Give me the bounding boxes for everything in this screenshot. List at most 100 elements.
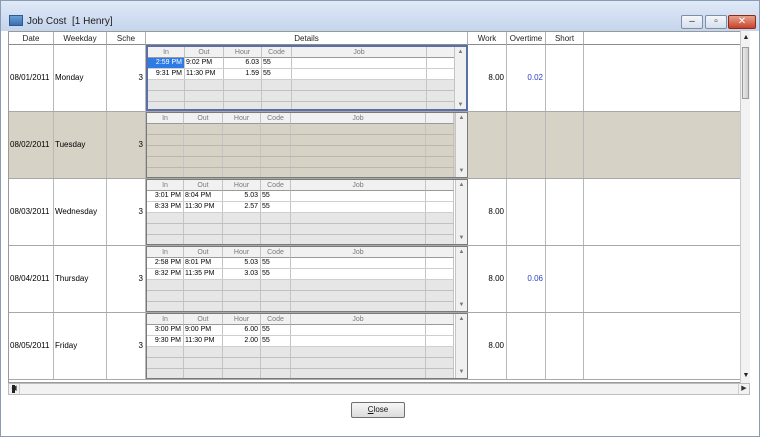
overtime-cell[interactable]: 0.02 xyxy=(507,45,546,111)
details-cell-job[interactable] xyxy=(291,202,426,212)
scroll-up-icon[interactable]: ▲ xyxy=(456,48,465,57)
table-row[interactable]: 08/05/2011 Friday 3 In Out Hour Code Job 3:00 PM… xyxy=(9,313,749,380)
overtime-cell[interactable]: 0.06 xyxy=(507,246,546,312)
details-cell-hour[interactable] xyxy=(223,235,261,244)
details-cell-job[interactable] xyxy=(291,347,426,357)
details-cell-code[interactable]: 55 xyxy=(261,191,291,201)
details-row[interactable] xyxy=(147,135,454,146)
details-cell-out[interactable]: 8:04 PM xyxy=(184,191,223,201)
details-row[interactable]: 3:00 PM 9:00 PM 6.00 55 xyxy=(147,325,454,336)
table-row[interactable]: 08/01/2011 Monday 3 In Out Hour Code Job 2:59 PM… xyxy=(9,45,749,112)
details-cell-in[interactable] xyxy=(147,168,184,177)
details-cell-blank[interactable] xyxy=(426,235,454,244)
details-cell-out[interactable] xyxy=(184,135,223,145)
scroll-down-icon[interactable]: ▼ xyxy=(457,234,466,243)
details-cell-code[interactable] xyxy=(261,302,291,311)
details-cell-blank[interactable] xyxy=(426,146,454,156)
details-cell-in[interactable]: 2:59 PM xyxy=(148,58,185,68)
details-cell-out[interactable]: 11:30 PM xyxy=(185,69,224,79)
details-cell-in[interactable] xyxy=(147,358,184,368)
details-cell-job[interactable] xyxy=(291,124,426,134)
details-cell-job[interactable] xyxy=(291,157,426,167)
details-cell-code[interactable]: 55 xyxy=(261,258,291,268)
details-header-out[interactable]: Out xyxy=(185,47,224,58)
details-cell-in[interactable] xyxy=(147,213,184,223)
details-row[interactable]: 3:01 PM 8:04 PM 5.03 55 xyxy=(147,191,454,202)
details-cell-in[interactable] xyxy=(147,235,184,244)
details-cell-job[interactable] xyxy=(291,291,426,301)
short-cell[interactable] xyxy=(546,246,584,312)
details-cell-hour[interactable] xyxy=(223,291,261,301)
column-header-short[interactable]: Short xyxy=(546,32,584,45)
details-cell-in[interactable] xyxy=(147,124,184,134)
details-cell-out[interactable] xyxy=(184,347,223,357)
weekday-cell[interactable]: Monday xyxy=(54,45,107,111)
details-row[interactable] xyxy=(148,102,455,109)
overtime-cell[interactable] xyxy=(507,112,546,178)
column-header-details[interactable]: Details xyxy=(146,32,468,45)
details-cell-blank[interactable] xyxy=(426,369,454,378)
sche-cell[interactable]: 3 xyxy=(107,313,146,379)
details-cell-code[interactable] xyxy=(261,235,291,244)
scrollbar-thumb[interactable] xyxy=(742,47,749,99)
details-cell-out[interactable] xyxy=(185,102,224,109)
details-cell-code[interactable] xyxy=(261,157,291,167)
details-cell-in[interactable] xyxy=(147,280,184,290)
details-row[interactable]: 8:32 PM 11:35 PM 3.03 55 xyxy=(147,269,454,280)
weekday-cell[interactable]: Friday xyxy=(54,313,107,379)
details-cell-out[interactable] xyxy=(184,224,223,234)
details-cell-code[interactable] xyxy=(261,168,291,177)
details-row[interactable] xyxy=(147,146,454,157)
details-cell-blank[interactable] xyxy=(426,302,454,311)
details-cell-blank[interactable] xyxy=(426,347,454,357)
details-cell-hour[interactable] xyxy=(223,135,261,145)
details-cell-in[interactable]: 8:33 PM xyxy=(147,202,184,212)
details-header-in[interactable]: In xyxy=(147,113,184,124)
details-header-out[interactable]: Out xyxy=(184,113,223,124)
details-cell-blank[interactable] xyxy=(426,191,454,201)
details-cell-job[interactable] xyxy=(291,191,426,201)
details-subgrid[interactable]: In Out Hour Code Job 2:59 PM 9:02 PM 6.03 55 9:31… xyxy=(146,45,468,111)
details-cell-code[interactable]: 55 xyxy=(261,325,291,335)
details-scrollbar[interactable]: ▲ ▼ xyxy=(455,180,467,244)
details-cell-job[interactable] xyxy=(291,146,426,156)
details-header-code[interactable]: Code xyxy=(261,314,291,325)
details-cell-job[interactable] xyxy=(292,58,427,68)
details-cell-blank[interactable] xyxy=(426,135,454,145)
details-cell-job[interactable] xyxy=(291,325,426,335)
details-row[interactable] xyxy=(147,124,454,135)
details-row[interactable] xyxy=(148,80,455,91)
short-cell[interactable] xyxy=(546,179,584,245)
details-cell-hour[interactable]: 5.03 xyxy=(223,258,261,268)
details-cell-hour[interactable] xyxy=(223,157,261,167)
details-cell-out[interactable] xyxy=(184,291,223,301)
details-cell-job[interactable] xyxy=(291,168,426,177)
details-row[interactable] xyxy=(147,358,454,369)
details-header-out[interactable]: Out xyxy=(184,247,223,258)
sche-cell[interactable]: 3 xyxy=(107,179,146,245)
details-cell-out[interactable]: 8:01 PM xyxy=(184,258,223,268)
details-cell-code[interactable] xyxy=(262,80,292,90)
details-header-job[interactable]: Job xyxy=(291,314,426,325)
details-cell-hour[interactable] xyxy=(223,347,261,357)
sche-cell[interactable]: 3 xyxy=(107,246,146,312)
work-cell[interactable]: 8.00 xyxy=(468,179,507,245)
scroll-down-icon[interactable]: ▼ xyxy=(742,371,750,381)
details-cell-code[interactable]: 55 xyxy=(262,69,292,79)
date-cell[interactable]: 08/05/2011 xyxy=(9,313,54,379)
details-cell-hour[interactable] xyxy=(223,124,261,134)
details-header-hour[interactable]: Hour xyxy=(223,314,261,325)
details-cell-code[interactable] xyxy=(261,213,291,223)
details-header-hour[interactable]: Hour xyxy=(223,247,261,258)
details-cell-blank[interactable] xyxy=(426,202,454,212)
details-row[interactable] xyxy=(147,168,454,177)
details-cell-blank[interactable] xyxy=(426,358,454,368)
details-header-job[interactable]: Job xyxy=(292,47,427,58)
scroll-up-icon[interactable]: ▲ xyxy=(457,114,466,123)
details-cell-job[interactable] xyxy=(291,213,426,223)
details-cell-out[interactable] xyxy=(184,157,223,167)
details-header-code[interactable]: Code xyxy=(261,113,291,124)
details-cell-job[interactable] xyxy=(291,280,426,290)
details-cell-out[interactable]: 11:30 PM xyxy=(184,202,223,212)
details-cell-hour[interactable] xyxy=(223,213,261,223)
